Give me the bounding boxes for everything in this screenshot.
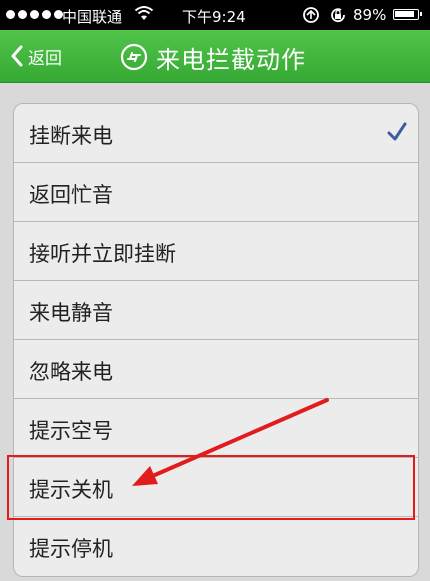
option-hang-up[interactable]: 挂断来电	[14, 104, 418, 163]
rotation-lock-icon	[331, 8, 345, 23]
back-button[interactable]: 返回	[10, 44, 62, 69]
option-answer-and-hang-up[interactable]: 接听并立即挂断	[14, 222, 418, 281]
status-bar: 中国联通 下午9:24 89%	[0, 0, 430, 30]
call-block-icon	[120, 43, 148, 71]
carrier-name: 中国联通	[62, 8, 123, 26]
option-suspended[interactable]: 提示停机	[14, 517, 418, 576]
option-label: 提示空号	[29, 419, 113, 443]
navigation-bar: 返回 来电拦截动作	[0, 30, 430, 83]
intercept-action-list: 挂断来电 返回忙音 接听并立即挂断 来电静音 忽略来电 提示空号 提示关机 提示…	[13, 103, 419, 577]
checkmark-icon	[387, 122, 407, 141]
chevron-left-icon	[11, 45, 23, 67]
page-title: 来电拦截动作	[156, 45, 306, 74]
option-label: 挂断来电	[29, 124, 113, 148]
back-button-label: 返回	[28, 48, 62, 69]
option-label: 忽略来电	[29, 360, 113, 384]
option-label: 接听并立即挂断	[29, 242, 176, 266]
option-busy-tone[interactable]: 返回忙音	[14, 163, 418, 222]
signal-strength-icon	[6, 10, 63, 19]
battery-percentage: 89%	[353, 6, 387, 24]
option-label: 来电静音	[29, 301, 113, 325]
option-label: 返回忙音	[29, 183, 113, 207]
battery-icon	[393, 9, 422, 20]
option-empty-number[interactable]: 提示空号	[14, 399, 418, 458]
option-label: 提示关机	[29, 478, 113, 502]
sync-icon	[303, 7, 319, 23]
status-time: 下午9:24	[182, 8, 246, 26]
option-label: 提示停机	[29, 537, 113, 561]
option-powered-off[interactable]: 提示关机	[14, 458, 418, 517]
option-mute[interactable]: 来电静音	[14, 281, 418, 340]
option-ignore[interactable]: 忽略来电	[14, 340, 418, 399]
wifi-icon	[134, 6, 154, 20]
page-title-group: 来电拦截动作	[120, 40, 306, 74]
